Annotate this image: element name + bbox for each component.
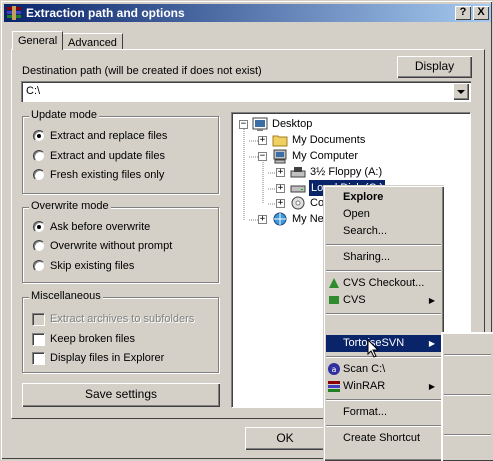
tree-node-floppy[interactable]: 3½ Floppy (A:) [310, 164, 382, 180]
menu-item-search[interactable]: Search... [326, 223, 441, 240]
tree-node-my-network[interactable]: My Ne [292, 211, 324, 227]
menu-item-cvs-checkout-label: CVS Checkout... [343, 277, 425, 289]
chevron-down-icon [457, 90, 465, 94]
winrar-app-icon [7, 6, 21, 20]
menu-item-scan-label: Scan C:\ [343, 363, 386, 375]
radio-overwrite-without-label[interactable]: Overwrite without prompt [50, 240, 172, 252]
cdrom-icon [291, 196, 305, 210]
tortoisesvn-submenu[interactable] [441, 332, 493, 461]
radio-extract-replace[interactable] [33, 130, 45, 142]
menu-item-create-shortcut[interactable]: Create Shortcut [326, 430, 441, 447]
menu-item-scan[interactable]: a Scan C:\ [326, 361, 441, 378]
menu-separator [326, 244, 441, 246]
menu-item-format[interactable]: Format... [326, 404, 441, 421]
floppy-icon [290, 167, 306, 178]
display-button[interactable]: Display [397, 56, 472, 78]
radio-skip-existing-label[interactable]: Skip existing files [50, 260, 134, 272]
extraction-dialog: Extraction path and options ? X General … [0, 0, 493, 461]
submenu-arrow-icon: ▶ [428, 339, 435, 348]
check-display-explorer-label[interactable]: Display files in Explorer [50, 352, 164, 364]
check-extract-subfolders-label: Extract archives to subfolders [50, 313, 195, 325]
radio-extract-replace-label[interactable]: Extract and replace files [50, 130, 167, 142]
menu-item-winrar[interactable]: WinRAR ▶ [326, 378, 441, 395]
menu-separator [326, 356, 441, 358]
radio-ask-before[interactable] [33, 221, 45, 233]
window-title: Extraction path and options [26, 6, 185, 20]
radio-overwrite-without[interactable] [33, 240, 45, 252]
radio-fresh-existing[interactable] [33, 169, 45, 181]
submenu-separator [444, 394, 491, 396]
destination-label: Destination path (will be created if doe… [22, 65, 262, 77]
tree-node-cdrom[interactable]: Co [310, 195, 324, 211]
cvs-checkout-icon [329, 278, 339, 288]
expander-my-documents[interactable]: + [258, 136, 267, 145]
overwrite-mode-title: Overwrite mode [29, 200, 111, 212]
expander-local-disk[interactable]: + [276, 184, 285, 193]
check-extract-subfolders [32, 313, 45, 326]
tree-node-my-computer[interactable]: My Computer [292, 148, 358, 164]
desktop-icon [252, 117, 268, 131]
radio-extract-update-label[interactable]: Extract and update files [50, 150, 165, 162]
tree-node-my-documents[interactable]: My Documents [292, 132, 365, 148]
menu-item-explore[interactable]: Explore [326, 189, 441, 206]
radio-skip-existing[interactable] [33, 260, 45, 272]
menu-separator [326, 425, 441, 427]
expander-desktop[interactable]: − [239, 120, 248, 129]
expander-my-network[interactable]: + [258, 215, 267, 224]
menu-item-winrar-label: WinRAR [343, 380, 386, 392]
ok-button[interactable]: OK [245, 427, 325, 450]
submenu-separator [444, 434, 491, 436]
computer-icon [273, 149, 287, 164]
menu-separator [326, 313, 441, 315]
folder-icon [272, 135, 288, 147]
menu-separator [326, 270, 441, 272]
tab-advanced[interactable]: Advanced [62, 33, 123, 50]
menu-item-tortoisesvn[interactable]: TortoiseSVN ▶ [326, 335, 441, 352]
menu-item-cvs-checkout[interactable]: CVS Checkout... [326, 275, 441, 292]
expander-cdrom[interactable]: + [276, 199, 285, 208]
help-button[interactable]: ? [455, 6, 471, 20]
mouse-cursor-icon [367, 339, 380, 358]
tree-node-desktop[interactable]: Desktop [272, 116, 312, 132]
tab-general[interactable]: General [12, 31, 64, 50]
menu-item-cvs-label: CVS [343, 294, 366, 306]
submenu-separator [444, 354, 491, 356]
svg-text:a: a [332, 365, 337, 374]
radio-fresh-existing-label[interactable]: Fresh existing files only [50, 169, 164, 181]
submenu-arrow-icon: ▶ [428, 382, 435, 391]
cvs-icon [329, 296, 339, 304]
harddisk-icon [290, 185, 306, 193]
save-settings-button[interactable]: Save settings [22, 383, 220, 407]
check-keep-broken-label[interactable]: Keep broken files [50, 333, 135, 345]
destination-value: C:\ [26, 85, 41, 97]
update-mode-title: Update mode [29, 109, 100, 121]
menu-item-cvs[interactable]: CVS ▶ [326, 292, 441, 309]
menu-separator [326, 399, 441, 401]
network-icon [273, 212, 287, 226]
radio-ask-before-label[interactable]: Ask before overwrite [50, 221, 150, 233]
scan-icon: a [328, 363, 340, 375]
misc-title: Miscellaneous [29, 290, 103, 302]
check-keep-broken[interactable] [32, 333, 45, 346]
expander-floppy[interactable]: + [276, 168, 285, 177]
title-bar[interactable]: Extraction path and options ? X [4, 4, 491, 22]
context-menu: Explore Open Search... Sharing... CVS Ch… [323, 185, 444, 461]
menu-item-open[interactable]: Open [326, 206, 441, 223]
destination-combobox[interactable]: C:\ [21, 81, 471, 102]
expander-my-computer[interactable]: − [258, 152, 267, 161]
radio-extract-update[interactable] [33, 150, 45, 162]
menu-item-sharing[interactable]: Sharing... [326, 249, 441, 266]
close-button[interactable]: X [473, 6, 489, 20]
winrar-icon [328, 381, 340, 392]
submenu-arrow-icon: ▶ [428, 296, 435, 305]
dropdown-button[interactable] [453, 83, 469, 100]
check-display-explorer[interactable] [32, 352, 45, 365]
